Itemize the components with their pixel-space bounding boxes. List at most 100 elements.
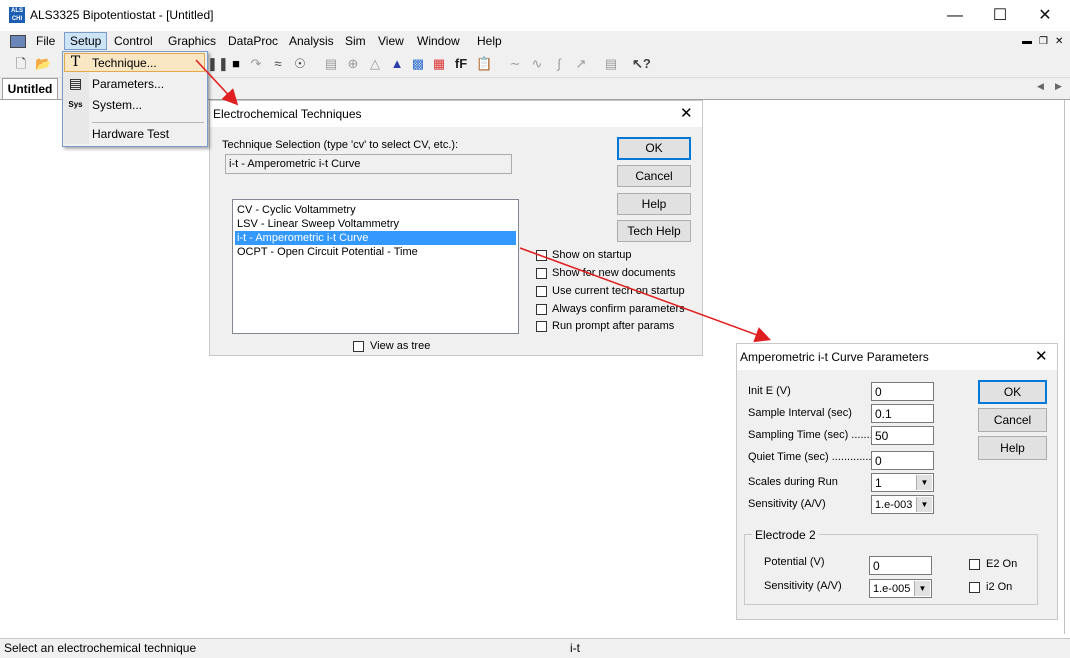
menu-control[interactable]: Control — [109, 33, 158, 49]
menu-item-technique[interactable]: Technique... — [92, 54, 157, 72]
techniques-close-icon[interactable]: ✕ — [680, 104, 693, 122]
stop-icon[interactable]: ■ — [228, 56, 244, 72]
mdi-close-icon[interactable]: ✕ — [1055, 36, 1063, 47]
peak-icon[interactable]: △ — [367, 56, 383, 72]
params-help-button[interactable]: Help — [978, 436, 1047, 460]
mdi-minimize-icon[interactable]: ▬ — [1022, 36, 1032, 47]
menu-help[interactable]: Help — [472, 33, 507, 49]
maximize-button[interactable]: ☐ — [977, 0, 1023, 31]
notebook-icon[interactable]: ▤ — [603, 56, 619, 72]
status-technique: i-t — [570, 641, 580, 655]
electrode2-sensitivity-label: Sensitivity (A/V) — [764, 580, 842, 592]
scales-select[interactable]: 1 ▼ — [871, 473, 934, 492]
electrode2-group-label: Electrode 2 — [752, 528, 819, 542]
use-current-tech-checkbox[interactable] — [536, 286, 547, 297]
scales-label: Scales during Run — [748, 476, 838, 488]
context-help-icon[interactable]: ↖? — [632, 56, 651, 72]
menu-view[interactable]: View — [373, 33, 409, 49]
menu-item-parameters[interactable]: Parameters... — [92, 75, 164, 93]
tab-scroll-right-icon[interactable]: ▶ — [1055, 81, 1062, 92]
sample-interval-input[interactable]: 0.1 — [871, 404, 934, 423]
ir-comp-icon[interactable]: ≈ — [270, 56, 286, 72]
e2-on-label: E2 On — [986, 558, 1018, 570]
technique-selection-label: Technique Selection (type 'cv' to select… — [222, 139, 459, 151]
parameters-close-icon[interactable]: ✕ — [1035, 347, 1048, 365]
params-ok-button[interactable]: OK — [978, 380, 1047, 404]
graph-icon[interactable]: ▤ — [323, 56, 339, 72]
techniques-dialog-title: Electrochemical Techniques — [213, 107, 362, 121]
menu-graphics[interactable]: Graphics — [163, 33, 221, 49]
menu-window[interactable]: Window — [412, 33, 465, 49]
quiet-time-input[interactable]: 0 — [871, 451, 934, 470]
minimize-button[interactable]: — — [932, 0, 978, 31]
close-button[interactable]: ✕ — [1022, 0, 1068, 31]
tech-ok-button[interactable]: OK — [617, 137, 691, 160]
list-item[interactable]: LSV - Linear Sweep Voltammetry — [237, 217, 399, 231]
always-confirm-checkbox[interactable] — [536, 304, 547, 315]
cell-icon[interactable]: ☉ — [292, 56, 308, 72]
view-as-tree-label: View as tree — [370, 340, 431, 352]
menu-analysis[interactable]: Analysis — [284, 33, 339, 49]
fit-icon[interactable]: ↗ — [573, 56, 589, 72]
i2-on-checkbox[interactable] — [969, 582, 980, 593]
scales-value: 1 — [875, 476, 882, 490]
electrode2-potential-input[interactable]: 0 — [869, 556, 932, 575]
color-icon[interactable]: ▦ — [431, 56, 447, 72]
zoom-icon[interactable]: ⊕ — [345, 56, 361, 72]
sensitivity-value: 1.e-003 — [875, 499, 913, 511]
electrode2-sensitivity-select[interactable]: 1.e-005 ▼ — [869, 579, 932, 598]
use-current-tech-label: Use current tech on startup — [552, 285, 685, 297]
menu-item-system[interactable]: System... — [92, 96, 142, 114]
view-as-tree-checkbox[interactable] — [353, 341, 364, 352]
list-item[interactable]: OCPT - Open Circuit Potential - Time — [237, 245, 418, 259]
integrate-icon[interactable]: ∫ — [551, 56, 567, 72]
chevron-down-icon[interactable]: ▼ — [914, 581, 930, 596]
open-folder-icon[interactable]: 📂 — [35, 56, 51, 72]
technique-selection-field[interactable]: i-t - Amperometric i-t Curve — [225, 154, 512, 174]
reverse-icon[interactable]: ↷ — [248, 56, 264, 72]
chevron-down-icon[interactable]: ▼ — [916, 475, 932, 490]
system-icon: Sys — [68, 100, 83, 109]
menu-sim[interactable]: Sim — [340, 33, 371, 49]
menu-bar — [0, 31, 1070, 51]
tech-tech-help-button[interactable]: Tech Help — [617, 220, 691, 242]
show-on-startup-label: Show on startup — [552, 249, 632, 261]
peak-def-icon[interactable]: ▲ — [389, 56, 405, 72]
pause-icon[interactable]: ❚❚ — [207, 56, 229, 72]
tab-scroll-left-icon[interactable]: ◀ — [1037, 81, 1044, 92]
i2-on-label: i2 On — [986, 581, 1013, 593]
derivative-icon[interactable]: ∿ — [529, 56, 545, 72]
technique-icon: T — [70, 54, 81, 70]
document-system-icon[interactable] — [10, 35, 26, 48]
sampling-time-input[interactable]: 50 — [871, 426, 934, 445]
menu-dataproc[interactable]: DataProc — [223, 33, 283, 49]
sensitivity-select[interactable]: 1.e-003 ▼ — [871, 495, 934, 514]
tech-help-button[interactable]: Help — [617, 193, 691, 215]
show-for-new-documents-checkbox[interactable] — [536, 268, 547, 279]
new-file-icon[interactable]: 🗋 — [13, 56, 29, 72]
sensitivity-label: Sensitivity (A/V) — [748, 498, 826, 510]
tab-untitled[interactable]: Untitled — [2, 78, 58, 99]
menu-setup[interactable]: Setup — [64, 32, 108, 50]
app-logo-icon: ALS CHI — [9, 7, 25, 23]
init-e-input[interactable]: 0 — [871, 382, 934, 401]
params-cancel-button[interactable]: Cancel — [978, 408, 1047, 432]
window-title: ALS3325 Bipotentiostat - [Untitled] — [30, 8, 214, 22]
menu-file[interactable]: File — [31, 33, 60, 49]
list-item[interactable]: CV - Cyclic Voltammetry — [237, 203, 356, 217]
graph-options-icon[interactable]: ▩ — [410, 56, 426, 72]
parameters-dialog-title: Amperometric i-t Curve Parameters — [740, 350, 929, 364]
show-on-startup-checkbox[interactable] — [536, 250, 547, 261]
list-item-selected[interactable]: i-t - Amperometric i-t Curve — [237, 231, 368, 245]
run-prompt-checkbox[interactable] — [536, 321, 547, 332]
clipboard-icon[interactable]: 📋 — [476, 56, 492, 72]
init-e-label: Init E (V) — [748, 385, 791, 397]
sample-interval-label: Sample Interval (sec) — [748, 407, 852, 419]
e2-on-checkbox[interactable] — [969, 559, 980, 570]
smooth-icon[interactable]: ∼ — [507, 56, 523, 72]
chevron-down-icon[interactable]: ▼ — [916, 497, 932, 512]
tech-cancel-button[interactable]: Cancel — [617, 165, 691, 187]
mdi-restore-icon[interactable]: ❐ — [1039, 36, 1048, 47]
menu-item-hardware-test[interactable]: Hardware Test — [92, 125, 169, 143]
font-icon[interactable]: fF — [453, 56, 469, 72]
